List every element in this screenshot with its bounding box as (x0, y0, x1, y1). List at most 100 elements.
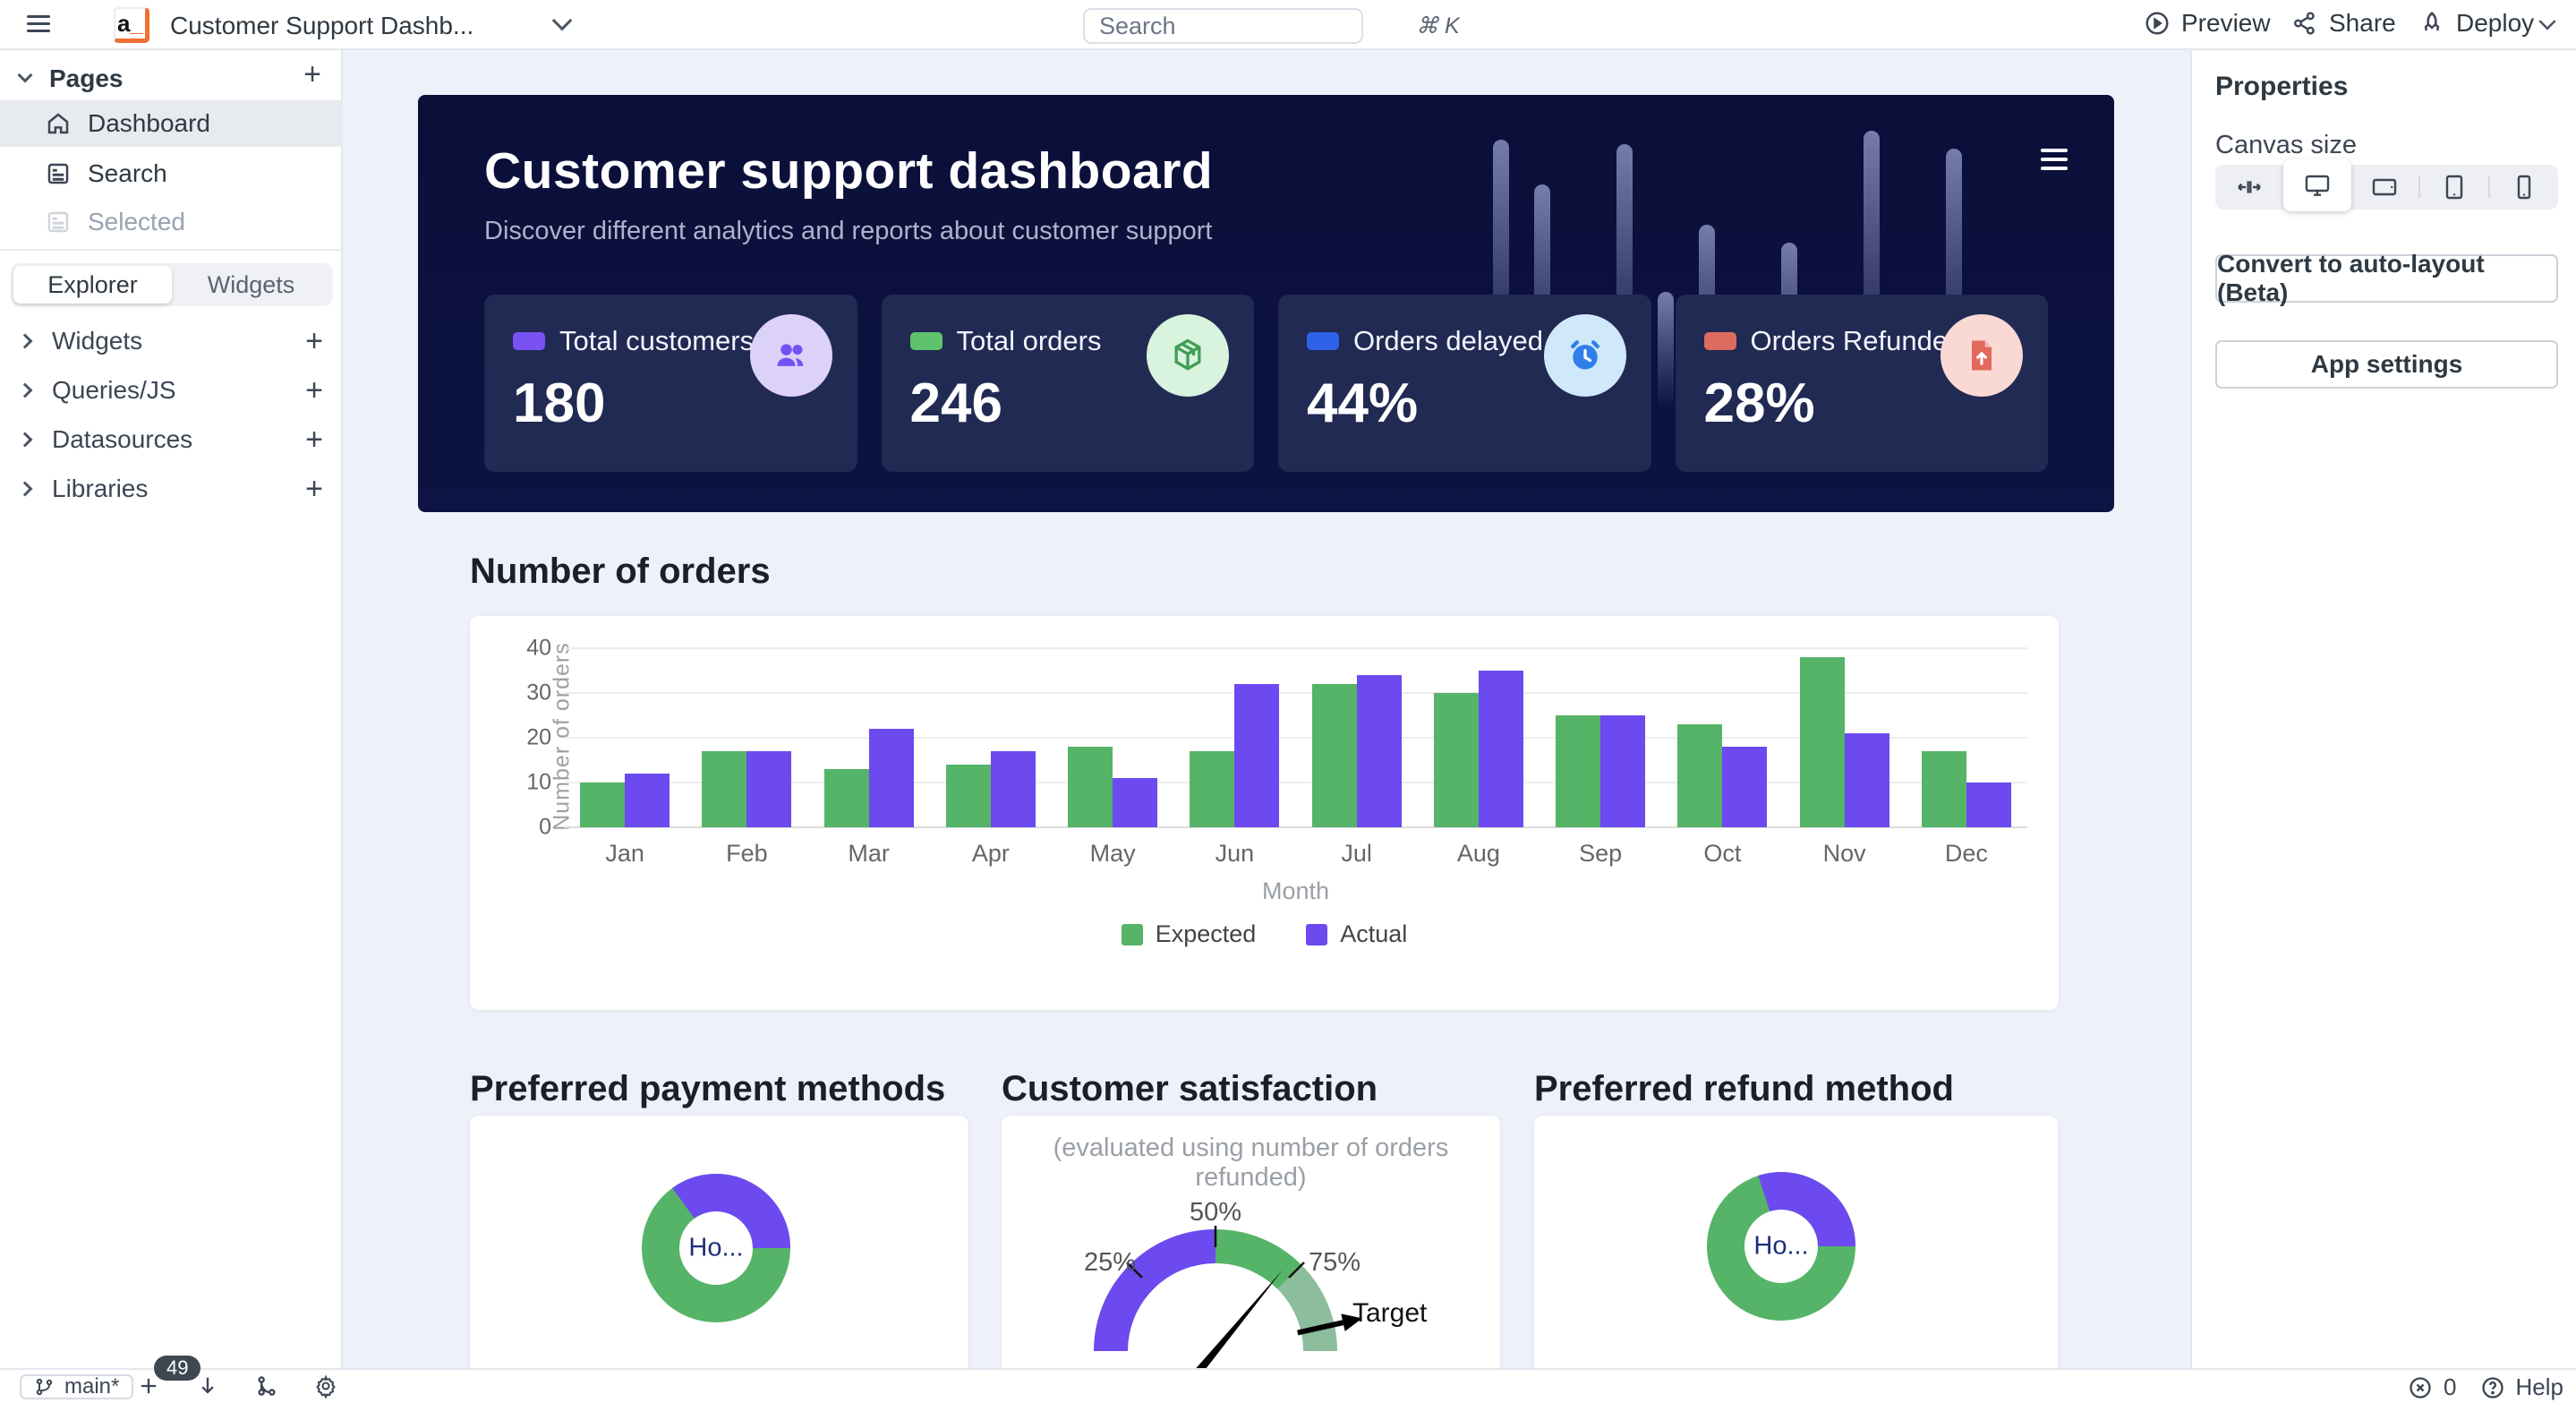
search-box[interactable]: ⌘ K (1083, 8, 1363, 44)
share-button[interactable]: Share (2291, 9, 2396, 38)
bar-expected-dec[interactable] (1922, 751, 1966, 827)
tab-explorer[interactable]: Explorer (13, 266, 172, 304)
gauge-tick-label-25: 25% (1084, 1248, 1136, 1278)
bar-actual-aug[interactable] (1479, 671, 1523, 827)
add-datasource-button[interactable]: + (305, 426, 323, 453)
main-menu-icon[interactable] (27, 15, 50, 35)
canvas-size-tablet-button[interactable] (2420, 165, 2488, 210)
stat-card-orders-delayed[interactable]: Orders delayed 44% (1278, 295, 1651, 472)
bar-actual-dec[interactable] (1966, 783, 2011, 827)
donut-center-label: Ho... (688, 1234, 743, 1263)
y-tick-label: 20 (526, 725, 551, 751)
deploy-button[interactable]: Deploy (2418, 9, 2534, 38)
sidebar-section-datasources[interactable]: Datasources + (0, 419, 343, 460)
help-button[interactable]: Help (2480, 1373, 2563, 1401)
payment-donut-chart[interactable]: Ho... (470, 1116, 968, 1368)
canvas-size-mobile-button[interactable] (2490, 165, 2558, 210)
gauge-tick-label-75: 75% (1309, 1248, 1361, 1278)
canvas-size-desktop-button[interactable] (2283, 159, 2351, 211)
add-query-button[interactable]: + (305, 377, 323, 404)
bar-actual-jun[interactable] (1234, 684, 1279, 827)
x-tick-label: May (1090, 840, 1136, 868)
page-label: Selected (88, 208, 185, 236)
bar-expected-nov[interactable] (1800, 657, 1845, 827)
satisfaction-gauge-chart[interactable]: (evaluated using number of orders refund… (1002, 1116, 1500, 1368)
bar-actual-may[interactable] (1113, 778, 1157, 827)
bar-actual-sep[interactable] (1600, 715, 1645, 827)
bar-expected-aug[interactable] (1434, 693, 1479, 827)
add-page-button[interactable]: + (303, 61, 321, 88)
sidebar-section-queries[interactable]: Queries/JS + (0, 370, 343, 411)
x-tick-label: Jan (605, 840, 644, 868)
pages-section-header[interactable]: Pages + (0, 59, 341, 98)
bar-expected-apr[interactable] (946, 765, 991, 827)
bar-expected-jun[interactable] (1190, 751, 1234, 827)
tab-widgets[interactable]: Widgets (172, 266, 330, 304)
canvas-size-tablet-landscape-button[interactable] (2351, 165, 2419, 210)
git-branch-icon (34, 1376, 55, 1398)
mobile-icon (2510, 173, 2538, 201)
git-add-icon[interactable] (136, 1373, 161, 1403)
file-upload-icon (1941, 314, 2023, 397)
git-settings-icon[interactable] (313, 1373, 338, 1403)
stat-card-orders-refunded[interactable]: Orders Refunded 28% (1676, 295, 2049, 472)
bar-expected-jan[interactable] (580, 783, 625, 827)
properties-panel: Properties Canvas size Convert to auto-l… (2190, 50, 2576, 1368)
refund-donut-chart[interactable]: Ho... (1534, 1116, 2058, 1368)
add-library-button[interactable]: + (305, 475, 323, 502)
search-input[interactable] (1099, 13, 1416, 40)
sidebar-section-widgets[interactable]: Widgets + (0, 321, 343, 362)
bar-expected-mar[interactable] (824, 769, 869, 827)
chevron-right-icon (18, 383, 33, 398)
legend-item-actual[interactable]: Actual (1306, 920, 1407, 948)
users-icon (750, 314, 832, 397)
section-label: Queries/JS (52, 376, 176, 405)
bar-actual-jul[interactable] (1357, 675, 1402, 827)
orders-bar-chart[interactable]: Number of orders 010203040JanFebMarAprMa… (470, 616, 2059, 1010)
git-merge-icon[interactable] (254, 1373, 279, 1403)
stat-value: 44% (1307, 372, 1418, 435)
commits-badge: 49 (154, 1356, 200, 1381)
app-title[interactable]: Customer Support Dashb... (170, 12, 473, 40)
app-title-caret-icon[interactable] (552, 11, 573, 31)
properties-title: Properties (2215, 72, 2348, 102)
x-axis-label: Month (564, 877, 2027, 905)
desktop-icon (2303, 171, 2332, 200)
bar-actual-oct[interactable] (1722, 747, 1767, 827)
sidebar-section-libraries[interactable]: Libraries + (0, 468, 343, 509)
sidebar-item-selected[interactable]: Selected (0, 199, 343, 245)
bar-expected-sep[interactable] (1556, 715, 1600, 827)
bar-actual-mar[interactable] (869, 729, 914, 827)
sidebar-item-dashboard[interactable]: Dashboard (0, 100, 343, 147)
app-settings-button[interactable]: App settings (2215, 340, 2558, 389)
bar-actual-apr[interactable] (991, 751, 1036, 827)
stat-label: Total customers (559, 325, 754, 357)
x-tick-label: Oct (1703, 840, 1741, 868)
canvas-size-fluid-button[interactable] (2215, 165, 2283, 210)
convert-auto-layout-button[interactable]: Convert to auto-layout (Beta) (2215, 254, 2558, 303)
banner-menu-icon[interactable] (2041, 149, 2068, 175)
legend-item-expected[interactable]: Expected (1122, 920, 1257, 948)
bar-expected-jul[interactable] (1312, 684, 1357, 827)
bar-actual-jan[interactable] (625, 774, 670, 827)
git-branch-button[interactable]: main* (20, 1374, 133, 1399)
errors-indicator[interactable]: 0 (2408, 1373, 2456, 1401)
stat-card-total-orders[interactable]: Total orders 246 (882, 295, 1255, 472)
bar-expected-feb[interactable] (702, 751, 746, 827)
banner-title: Customer support dashboard (484, 141, 1213, 201)
chart-legend: Expected Actual (470, 920, 2059, 948)
stat-card-total-customers[interactable]: Total customers 180 (484, 295, 857, 472)
git-pull-icon[interactable] (195, 1373, 220, 1403)
bar-actual-feb[interactable] (746, 751, 791, 827)
x-tick-label: Dec (1945, 840, 1988, 868)
preview-button[interactable]: Preview (2144, 9, 2271, 38)
add-widget-button[interactable]: + (305, 328, 323, 355)
sidebar-item-search[interactable]: Search (0, 150, 343, 197)
bar-actual-nov[interactable] (1845, 733, 1889, 827)
deploy-caret-icon[interactable] (2538, 13, 2555, 30)
bar-expected-oct[interactable] (1677, 724, 1722, 827)
bar-expected-may[interactable] (1068, 747, 1113, 827)
branch-name: main* (64, 1374, 119, 1399)
chevron-right-icon (18, 432, 33, 448)
app-canvas[interactable]: Customer support dashboard Discover diff… (343, 50, 2190, 1368)
